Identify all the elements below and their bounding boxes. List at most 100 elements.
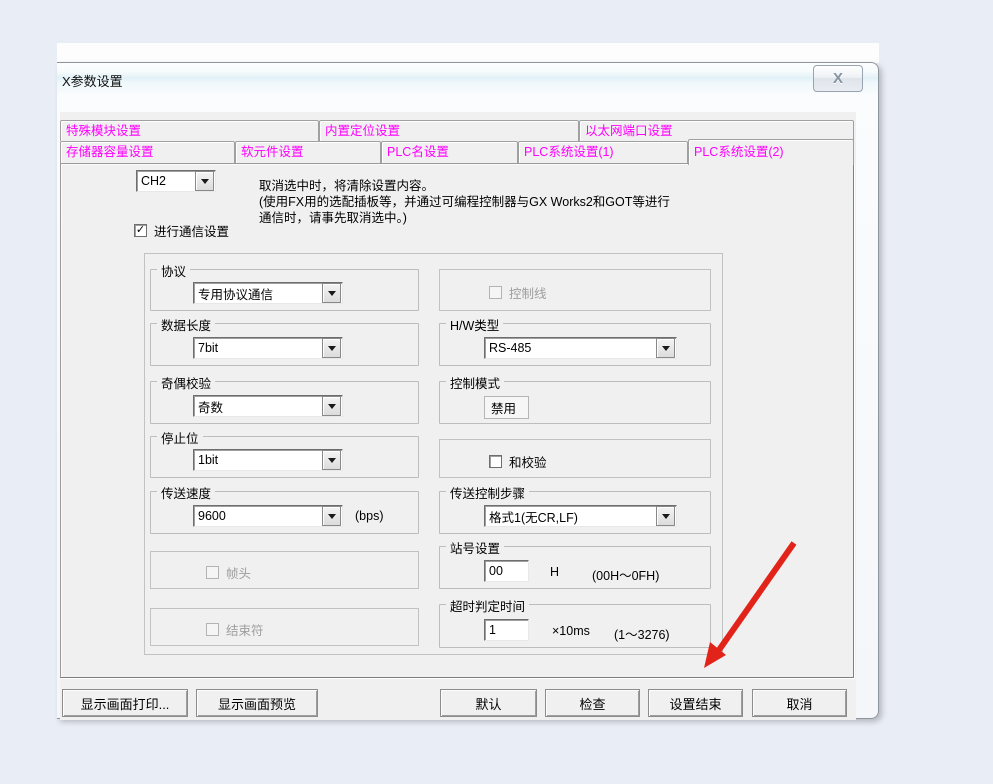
parity-group: 奇偶校验 奇数 — [150, 381, 419, 424]
tab-plc-system-settings-1[interactable]: PLC系统设置(1) — [518, 141, 688, 163]
dialog-client-area: 特殊模块设置 内置定位设置 以太网端口设置 存储器容量设置 软元件设置 PLC名… — [60, 112, 856, 720]
finish-settings-button[interactable]: 设置结束 — [648, 689, 743, 717]
tab-special-module-settings[interactable]: 特殊模块设置 — [60, 120, 319, 141]
tab-memory-capacity-settings[interactable]: 存储器容量设置 — [60, 141, 235, 163]
dialog-titlebar[interactable]: X参数设置 X — [57, 63, 878, 93]
baud-rate-label: 传送速度 — [157, 483, 215, 502]
chevron-down-icon — [328, 458, 336, 463]
hw-type-select[interactable]: RS-485 — [484, 337, 677, 359]
station-unit-label: H — [550, 565, 559, 579]
timeout-label: 超时判定时间 — [446, 596, 529, 615]
control-mode-label: 控制模式 — [446, 373, 504, 392]
control-mode-value: 禁用 — [491, 398, 516, 417]
close-icon: X — [833, 70, 843, 87]
data-length-group: 数据长度 7bit — [150, 323, 419, 366]
check-button[interactable]: 检查 — [545, 689, 640, 717]
close-button[interactable]: X — [813, 65, 863, 92]
checkbox-box — [489, 286, 502, 299]
parity-select[interactable]: 奇数 — [193, 395, 343, 417]
cancel-button[interactable]: 取消 — [752, 689, 847, 717]
control-mode-value-box: 禁用 — [484, 396, 529, 419]
communication-setting-label: 进行通信设置 — [154, 221, 229, 240]
timeout-group: 超时判定时间 1 ×10ms (1～3276) — [439, 604, 711, 648]
baud-rate-value: 9600 — [194, 509, 321, 523]
channel-select[interactable]: CH2 — [136, 170, 216, 192]
hw-type-value: RS-485 — [485, 341, 655, 355]
transmission-control-dropdown-button[interactable] — [656, 506, 675, 526]
check-icon: ✓ — [136, 225, 145, 236]
checkbox-box[interactable] — [489, 455, 502, 468]
chevron-down-icon — [328, 346, 336, 351]
tab-plc-name-settings[interactable]: PLC名设置 — [381, 141, 518, 163]
chevron-down-icon — [328, 514, 336, 519]
tab-device-settings[interactable]: 软元件设置 — [235, 141, 381, 163]
transmission-control-value: 格式1(无CR,LF) — [485, 507, 655, 526]
data-length-select[interactable]: 7bit — [193, 337, 343, 359]
chevron-down-icon — [328, 291, 336, 296]
control-line-label: 控制线 — [509, 283, 547, 302]
communication-setting-checkbox[interactable]: ✓ 进行通信设置 — [134, 221, 229, 240]
hw-type-dropdown-button[interactable] — [656, 338, 675, 358]
parity-value: 奇数 — [194, 397, 321, 416]
protocol-select[interactable]: 专用协议通信 — [193, 282, 343, 304]
transmission-control-label: 传送控制步骤 — [446, 483, 529, 502]
sum-check-label: 和校验 — [509, 452, 547, 471]
baud-rate-select[interactable]: 9600 — [193, 505, 343, 527]
baud-rate-dropdown-button[interactable] — [322, 506, 341, 526]
stop-bit-label: 停止位 — [157, 428, 203, 447]
stop-bit-group: 停止位 1bit — [150, 436, 419, 478]
data-length-label: 数据长度 — [157, 315, 215, 334]
baud-rate-group: 传送速度 9600 (bps) — [150, 491, 419, 534]
chevron-down-icon — [201, 179, 209, 184]
channel-dropdown-button[interactable] — [195, 171, 214, 191]
screen-print-button[interactable]: 显示画面打印... — [62, 689, 188, 717]
protocol-group: 协议 专用协议通信 — [150, 269, 419, 311]
hw-type-label: H/W类型 — [446, 315, 503, 334]
control-line-box: 控制线 — [439, 269, 711, 311]
data-length-dropdown-button[interactable] — [322, 338, 341, 358]
timeout-input[interactable]: 1 — [484, 619, 529, 641]
checkbox-box[interactable]: ✓ — [134, 224, 147, 237]
control-line-checkbox: 控制线 — [489, 283, 547, 302]
tab-row-front: 存储器容量设置 软元件设置 PLC名设置 PLC系统设置(1) PLC系统设置(… — [60, 141, 854, 163]
chevron-down-icon — [662, 514, 670, 519]
protocol-dropdown-button[interactable] — [322, 283, 341, 303]
screen-preview-button[interactable]: 显示画面预览 — [196, 689, 318, 717]
parity-dropdown-button[interactable] — [322, 396, 341, 416]
station-number-input[interactable]: 00 — [484, 560, 529, 582]
tab-row-back: 特殊模块设置 内置定位设置 以太网端口设置 — [60, 120, 854, 141]
sum-check-box: 和校验 — [439, 439, 711, 478]
stop-bit-dropdown-button[interactable] — [322, 450, 341, 470]
terminator-label: 结束符 — [226, 620, 264, 639]
baud-unit-label: (bps) — [355, 509, 383, 523]
note-line-1: 取消选中时，将清除设置内容。 — [259, 178, 670, 194]
hw-type-group: H/W类型 RS-485 — [439, 323, 711, 366]
plc-system-settings-2-page: CH2 ✓ 进行通信设置 取消选中时，将清除设置内容。 (使用FX用的选配插板等… — [60, 163, 854, 678]
protocol-value: 专用协议通信 — [194, 284, 321, 303]
transmission-control-select[interactable]: 格式1(无CR,LF) — [484, 505, 677, 527]
timeout-unit-label: ×10ms — [552, 624, 590, 638]
station-number-group: 站号设置 00 H (00H～0FH) — [439, 546, 711, 589]
sum-check-checkbox[interactable]: 和校验 — [489, 452, 547, 471]
checkbox-box — [206, 566, 219, 579]
terminator-checkbox: 结束符 — [206, 620, 264, 639]
parity-label: 奇偶校验 — [157, 373, 215, 392]
note-line-3: 通信时，请事先取消选中。) — [259, 210, 670, 226]
tab-built-in-positioning-settings[interactable]: 内置定位设置 — [319, 120, 579, 141]
screen: X参数设置 X 特殊模块设置 内置定位设置 以太网端口设置 存储器容量设置 软元… — [0, 0, 993, 784]
station-number-label: 站号设置 — [446, 538, 504, 557]
terminator-box: 结束符 — [150, 608, 419, 646]
tab-plc-system-settings-2[interactable]: PLC系统设置(2) — [688, 139, 854, 165]
control-mode-group: 控制模式 禁用 — [439, 381, 711, 424]
stop-bit-select[interactable]: 1bit — [193, 449, 343, 471]
dialog-title: X参数设置 — [62, 71, 123, 90]
stop-bit-value: 1bit — [194, 453, 321, 467]
header-checkbox: 帧头 — [206, 563, 251, 582]
header-box: 帧头 — [150, 551, 419, 589]
protocol-label: 协议 — [157, 261, 190, 280]
header-label: 帧头 — [226, 563, 251, 582]
data-length-value: 7bit — [194, 341, 321, 355]
station-range-label: (00H～0FH) — [592, 565, 659, 584]
tab-ethernet-port-settings[interactable]: 以太网端口设置 — [579, 120, 854, 141]
default-button[interactable]: 默认 — [440, 689, 537, 717]
